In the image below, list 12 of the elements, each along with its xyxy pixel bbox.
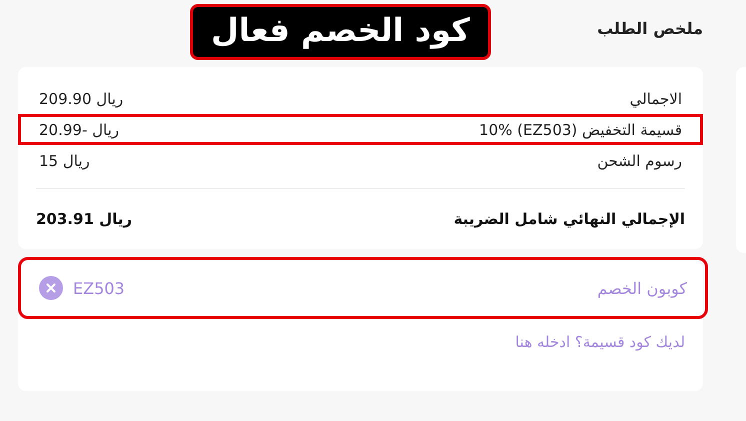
clear-icon[interactable] [39, 276, 63, 300]
row-amount: 20.99- ريال [39, 120, 120, 138]
row-label: الاجمالي [630, 90, 682, 108]
row-label: رسوم الشحن [597, 152, 682, 170]
section-title: ملخص الطلب [597, 19, 704, 38]
total-label: الإجمالي النهائي شامل الضريبة [454, 210, 686, 228]
row-label: قسيمة التخفيض (EZ503) 10% [479, 120, 682, 138]
row-amount: 209.90 ريال [39, 90, 124, 108]
row-amount: 15 ريال [39, 152, 90, 170]
coupon-link[interactable]: لديك كود قسيمة؟ ادخله هنا [515, 333, 686, 351]
total-amount: 203.91 ريال [36, 210, 132, 228]
annotation-label: كود الخصم فعال [190, 4, 491, 60]
